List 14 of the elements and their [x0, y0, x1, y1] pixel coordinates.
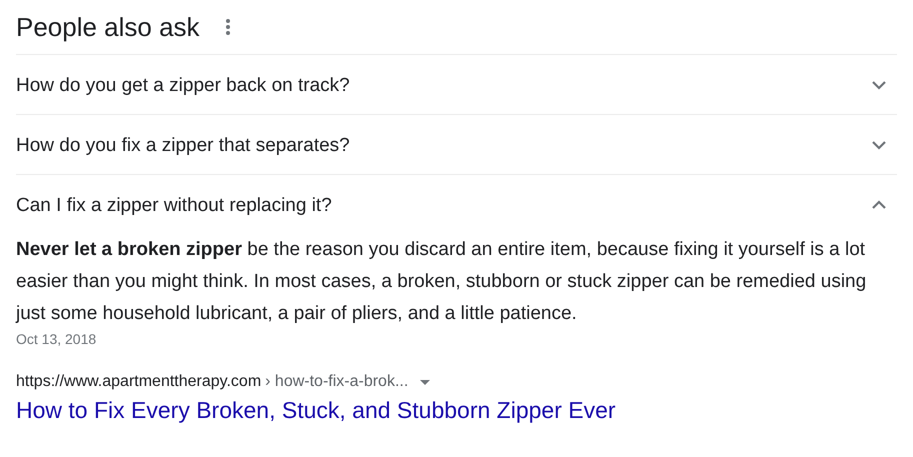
- chevron-down-icon: [871, 138, 887, 150]
- more-options-icon[interactable]: [226, 19, 230, 35]
- chevron-down-icon: [871, 78, 887, 90]
- answer-text: Never let a broken zipper be the reason you discard an entire item, because fixing it yourself is a lot easier than you might think. In most cases, a broken, stubborn or stuck zipper can be remedied using just some household lubricant, a pair of pliers, and a little patience.: [16, 238, 868, 326]
- question-row[interactable]: How do you fix a zipper that separates?: [16, 115, 897, 175]
- answer-date: Oct 13, 2018: [16, 331, 98, 347]
- chevron-up-icon: [871, 198, 887, 210]
- result-title-link[interactable]: How to Fix Every Broken, Stuck, and Stubborn Zipper Ever: [16, 397, 616, 424]
- section-heading: People also ask: [16, 12, 200, 42]
- source-path: › how-to-fix-a-brok...: [265, 373, 408, 391]
- question-row[interactable]: How do you get a zipper back on track?: [16, 55, 897, 115]
- source-url: https://www.apartmenttherapy.com: [16, 373, 262, 391]
- question-row[interactable]: Can I fix a zipper without replacing it?: [16, 175, 897, 234]
- dropdown-caret-icon[interactable]: [420, 380, 430, 384]
